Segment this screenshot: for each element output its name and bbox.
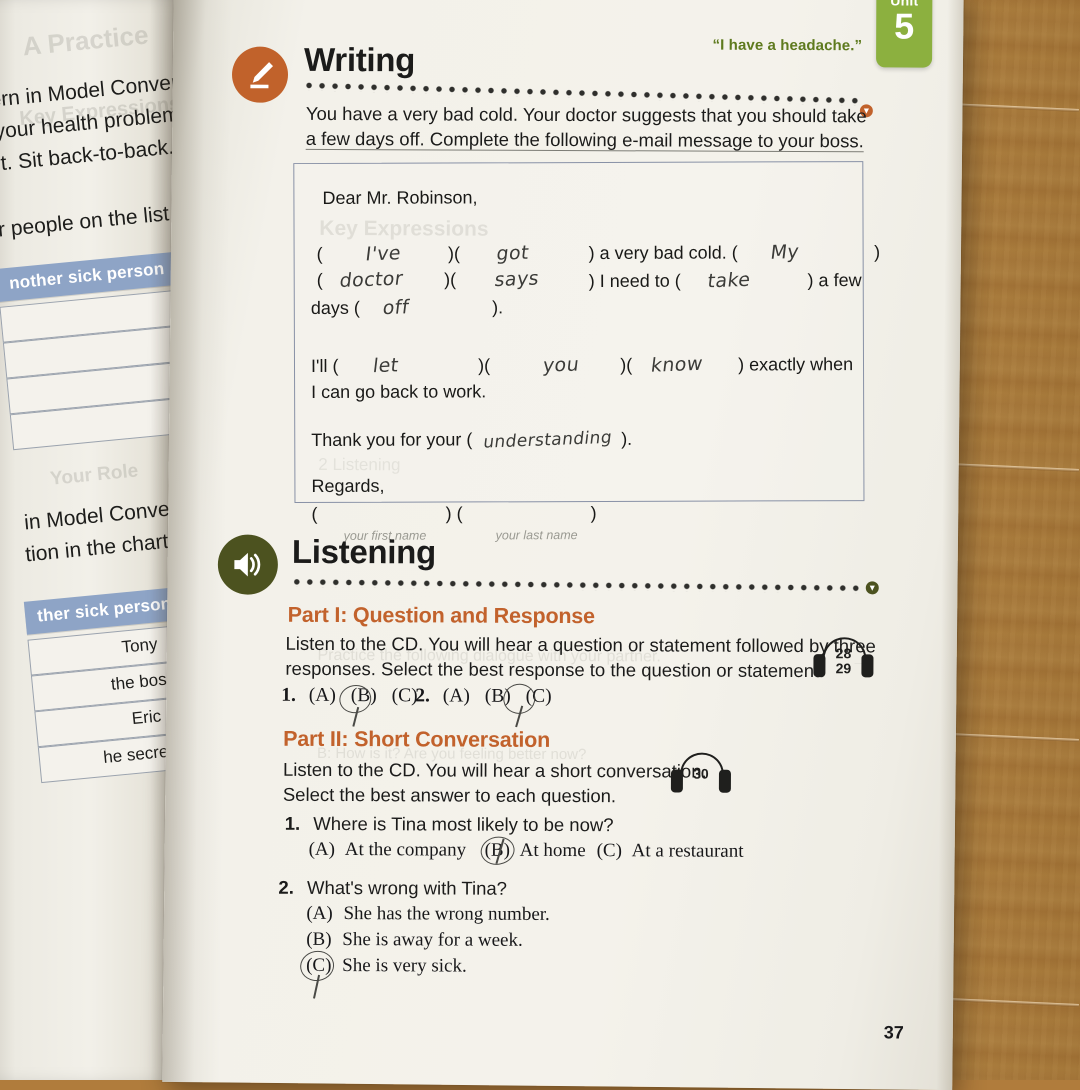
paren-open: ( xyxy=(453,243,461,264)
part1-item-2-option-b[interactable]: (B) xyxy=(485,686,511,707)
answer-blank-2[interactable]: got xyxy=(496,241,531,266)
part1-item-2-option-a[interactable]: (A) xyxy=(443,685,470,706)
answer-blank-11[interactable]: understanding xyxy=(482,426,614,455)
part2-q2-option-b[interactable]: (B) She is away for a week. xyxy=(306,929,523,952)
part2-q1-option-a[interactable]: (A) At the company xyxy=(309,839,467,862)
answer-blank-5[interactable]: says xyxy=(494,266,541,292)
answer-blank-7[interactable]: off xyxy=(381,295,411,320)
speaker-icon xyxy=(217,534,279,595)
letter-days-label: days ( xyxy=(310,297,360,319)
part2-question-2: 2. What's wrong with Tina? xyxy=(278,877,507,900)
letter-salutation: Dear Mr. Robinson, xyxy=(322,187,478,208)
part2-question-1: 1. Where is Tina most likely to be now? xyxy=(285,813,614,836)
paren-close: ) xyxy=(590,503,597,524)
part1-title: Part I: Question and Response xyxy=(287,602,595,629)
pen-stroke xyxy=(515,705,523,728)
paren-open: ( xyxy=(311,503,318,525)
answer-blank-9[interactable]: you xyxy=(542,352,581,378)
listening-rule-end-dot: ▾ xyxy=(865,581,879,595)
page-number: 37 xyxy=(883,1022,904,1043)
letter-static-after-7: ). xyxy=(492,297,504,318)
headphone-icon-track-28-29: 28 29 xyxy=(811,637,875,683)
part2-q2-option-c[interactable]: (C) She is very sick. xyxy=(306,955,467,978)
letter-static-after-6: a few xyxy=(818,270,862,291)
part1-item-1-option-b[interactable]: (B) xyxy=(351,685,377,706)
letter-thanks-suffix: ). xyxy=(621,428,633,449)
right-page: Key Expressions 2 Listening Practice the… xyxy=(162,0,964,1090)
letter-last-line: I can go back to work. xyxy=(311,381,487,403)
paren-close: ) xyxy=(874,242,881,263)
listening-section-title: Listening xyxy=(291,532,436,571)
part1-item-1-number: 1. xyxy=(281,684,296,706)
headphone-icon-track-30: 30 xyxy=(669,752,733,798)
left-page-line-6: tion in the chart xyxy=(24,529,170,567)
paren-open: ( xyxy=(450,269,457,290)
part1-item-2-number: 2. xyxy=(415,685,430,707)
track-number-line-1: 28 xyxy=(835,645,852,662)
letter-thanks-prefix: Thank you for your ( xyxy=(311,429,473,451)
unit-tab-number: 5 xyxy=(894,5,915,47)
letter-static-after-10: ) exactly when xyxy=(738,354,854,375)
pencil-icon xyxy=(231,46,289,103)
letter-ill-label: I'll ( xyxy=(310,355,339,377)
paren-open: ( xyxy=(316,243,323,264)
letter-regards: Regards, xyxy=(311,475,385,497)
part1-instruction: Listen to the CD. You will hear a questi… xyxy=(285,632,876,682)
answer-blank-8[interactable]: let xyxy=(372,353,400,378)
answer-blank-4[interactable]: doctor xyxy=(338,267,404,294)
part2-question-2-number: 2. xyxy=(278,876,294,898)
part2-question-1-number: 1. xyxy=(284,812,301,834)
part2-question-1-text: Where is Tina most likely to be now? xyxy=(313,812,614,836)
part2-question-2-text: What's wrong with Tina? xyxy=(306,876,508,899)
part2-q2-option-a[interactable]: (A) She has the wrong number. xyxy=(306,903,550,926)
track-number: 30 xyxy=(693,765,709,782)
paren-close: ) xyxy=(445,503,452,524)
part1-item-2[interactable]: 2. (A) (B) (C) xyxy=(415,685,551,708)
paren-open: ( xyxy=(316,269,323,290)
part1-item-1-option-a[interactable]: (A) xyxy=(309,685,336,706)
paren-open: ( xyxy=(456,503,463,524)
answer-blank-6[interactable]: take xyxy=(706,268,752,294)
paren-open: ( xyxy=(626,354,633,375)
unit-tab[interactable]: Unit 5 xyxy=(876,0,933,68)
part2-q1-option-c[interactable]: (C) At a restaurant xyxy=(597,840,744,863)
pen-stroke xyxy=(313,974,320,999)
left-page-line-3: rt. Sit back-to-back. xyxy=(0,135,175,176)
pen-stroke xyxy=(352,706,359,727)
answer-blank-1[interactable]: I've xyxy=(364,241,402,266)
part2-instruction: Listen to the CD. You will hear a short … xyxy=(282,758,707,807)
answer-blank-10[interactable]: know xyxy=(650,352,705,378)
part2-title: Part II: Short Conversation xyxy=(283,726,551,752)
writing-section-title: Writing xyxy=(303,40,416,79)
paren-close: ) xyxy=(807,270,814,291)
part1-item-1[interactable]: 1. (A) (B) (C) xyxy=(281,685,417,708)
letter-static-after-2: ) a very bad cold. ( xyxy=(588,242,738,264)
part1-item-2-option-c[interactable]: (C) xyxy=(526,686,552,707)
track-number-line-2: 29 xyxy=(835,660,852,677)
letter-static-after-5: ) I need to ( xyxy=(588,270,681,292)
listening-dotted-rule xyxy=(293,578,864,594)
hint-last-name: your last name xyxy=(495,528,578,543)
paren-open: ( xyxy=(484,355,491,376)
writing-instruction: You have a very bad cold. Your doctor su… xyxy=(305,102,867,153)
running-head: “I have a headache.” xyxy=(712,36,863,55)
email-answer-box[interactable]: Dear Mr. Robinson, ( I've )( got ) a ver… xyxy=(293,161,880,543)
answer-blank-3[interactable]: My xyxy=(769,240,800,265)
part1-item-1-option-c[interactable]: (C) xyxy=(392,685,418,706)
